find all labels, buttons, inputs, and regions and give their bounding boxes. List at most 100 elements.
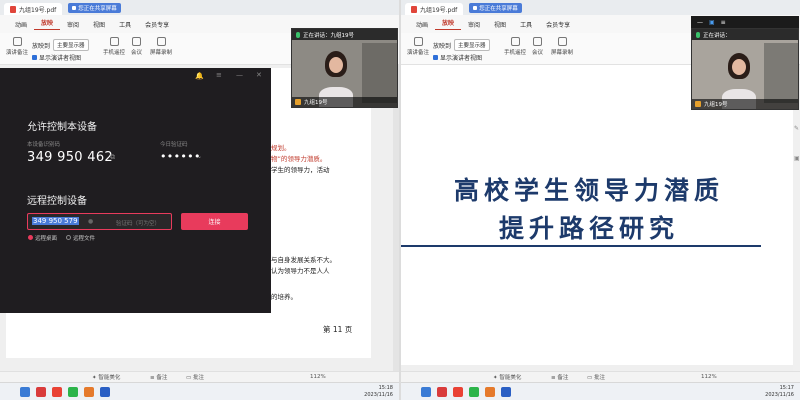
vertical-scrollbar[interactable] xyxy=(393,65,399,371)
comment-button[interactable]: ▭ 批注 xyxy=(186,373,204,381)
meeting-button[interactable]: 会议 xyxy=(532,37,543,56)
radio-desktop-icon[interactable] xyxy=(28,235,33,240)
phone-remote-button[interactable]: 手机遥控 xyxy=(504,37,526,56)
video-tile[interactable]: 正在讲话：九组19号 九组19号 xyxy=(291,28,398,108)
meeting-icon xyxy=(533,37,542,46)
doc-line: 学生的领导力，活动 xyxy=(271,166,330,174)
menu-item-view[interactable]: 视图 xyxy=(86,20,112,29)
slide-title-line-1: 高校学生领导力潜质 xyxy=(453,176,724,205)
browser-icon[interactable] xyxy=(52,387,62,397)
presenter-view-checkbox[interactable]: 显示演讲者视图 xyxy=(32,53,81,62)
screen-record-button[interactable]: 屏幕录制 xyxy=(551,37,573,56)
verify-code-label: 今日验证码 xyxy=(160,142,188,148)
option-remote-desktop[interactable]: 远程桌面 xyxy=(35,234,57,242)
doc-line: 认为领导力不是人人 xyxy=(271,267,330,275)
meeting-app-icon[interactable] xyxy=(100,387,110,397)
browser-icon[interactable] xyxy=(453,387,463,397)
side-toolbar: ⊕ ✎ ▣ xyxy=(793,65,800,371)
chevron-down-icon[interactable]: ⌄ xyxy=(197,153,202,160)
system-clock[interactable]: 15:17 2023/11/16 xyxy=(765,385,794,399)
remote-id-input[interactable]: 349 950 579 ● 验证码（可为空） xyxy=(27,213,172,230)
wechat-icon[interactable] xyxy=(469,387,479,397)
connect-button[interactable]: 连接 xyxy=(181,213,248,230)
menu-item-tools[interactable]: 工具 xyxy=(112,20,138,29)
display-select[interactable]: 主要显示器 xyxy=(53,39,89,51)
minimize-icon[interactable]: — xyxy=(697,19,703,26)
presenter-view-checkbox[interactable]: 显示演讲者视图 xyxy=(433,53,482,62)
app-icon[interactable] xyxy=(485,387,495,397)
smart-beautify-label: 智能美化 xyxy=(98,375,121,381)
taskbar: 15:17 2023/11/16 xyxy=(401,382,800,400)
screen-record-button[interactable]: 屏幕录制 xyxy=(150,37,172,56)
close-icon[interactable]: ✕ xyxy=(256,71,262,79)
notes-label: 备注 xyxy=(557,375,569,381)
menu-item-slideshow[interactable]: 放映 xyxy=(34,18,61,30)
page-number: 第 11 页 xyxy=(323,325,353,334)
display-selector: 放映到 主要显示器 xyxy=(433,39,490,51)
menu-item-tools[interactable]: 工具 xyxy=(513,20,539,29)
list-icon[interactable]: ≡ xyxy=(721,19,726,26)
zoom-level[interactable]: 112% xyxy=(701,374,717,380)
wps-icon[interactable] xyxy=(36,387,46,397)
system-clock[interactable]: 15:18 2023/11/16 xyxy=(364,385,393,399)
meeting-label: 会议 xyxy=(532,50,544,56)
display-select[interactable]: 主要显示器 xyxy=(454,39,490,51)
radio-file-icon[interactable] xyxy=(66,235,71,240)
notes-button[interactable]: ≡ 备注 xyxy=(551,373,568,381)
document-area: 高校学生领导力潜质 提升路径研究 ⊕ ✎ ▣ xyxy=(401,65,800,371)
file-tab-label: 九组19号.pdf xyxy=(19,6,57,14)
avatar xyxy=(695,101,701,107)
menu-item-review[interactable]: 审阅 xyxy=(60,20,86,29)
file-tab[interactable]: 九组19号.pdf xyxy=(405,3,464,15)
meeting-button[interactable]: 会议 xyxy=(131,37,142,56)
comment-button[interactable]: ▭ 批注 xyxy=(587,373,605,381)
speaker-notes-label: 演讲备注 xyxy=(407,50,430,56)
file-tab[interactable]: 九组19号.pdf xyxy=(4,3,63,15)
menu-item-slideshow[interactable]: 放映 xyxy=(435,18,462,30)
copy-icon[interactable]: ⧉ xyxy=(110,153,115,162)
smart-beautify-button[interactable]: ✦ 智能美化 xyxy=(92,373,120,381)
menu-item-member[interactable]: 会员专享 xyxy=(539,20,577,29)
menu-item-member[interactable]: 会员专享 xyxy=(138,20,176,29)
video-tile[interactable]: 正在讲话： 九组19号 xyxy=(691,28,799,110)
microphone-icon xyxy=(296,31,300,38)
wps-icon[interactable] xyxy=(437,387,447,397)
menu-item-view[interactable]: 视图 xyxy=(487,20,513,29)
smart-beautify-button[interactable]: ✦ 智能美化 xyxy=(493,373,521,381)
status-bar: ✦ 智能美化 ≡ 备注 ▭ 批注 112% xyxy=(401,371,800,382)
record-icon xyxy=(156,37,166,46)
meeting-app-icon[interactable] xyxy=(501,387,511,397)
doc-line: 物”的领导力潜质。 xyxy=(271,155,327,163)
menu-item-animation[interactable]: 动画 xyxy=(409,20,435,29)
device-code-label: 本设备识别码 xyxy=(27,142,61,148)
notes-button[interactable]: ≡ 备注 xyxy=(150,373,167,381)
wechat-icon[interactable] xyxy=(68,387,78,397)
start-icon[interactable] xyxy=(421,387,431,397)
display-selector: 放映到 主要显示器 xyxy=(32,39,89,51)
start-icon[interactable] xyxy=(20,387,30,397)
tool-icon[interactable]: ▣ xyxy=(794,155,800,162)
speaker-notes-button[interactable]: 演讲备注 xyxy=(407,37,429,56)
display-to-label: 放映到 xyxy=(433,42,452,50)
minimize-icon[interactable]: — xyxy=(236,71,243,79)
status-bar: ✦ 智能美化 ≡ 备注 ▭ 批注 112% xyxy=(0,371,399,382)
speaker-notes-button[interactable]: 演讲备注 xyxy=(6,37,28,56)
menu-item-animation[interactable]: 动画 xyxy=(8,20,34,29)
screen-share-indicator[interactable]: 您正在共享屏幕 xyxy=(469,2,522,13)
tool-icon[interactable]: ✎ xyxy=(794,125,799,132)
layout-icon[interactable]: ▣ xyxy=(709,19,715,26)
phone-remote-button[interactable]: 手机遥控 xyxy=(103,37,125,56)
presenter-view-label: 显示演讲者视图 xyxy=(39,55,82,62)
title-bar: 九组19号.pdf 您正在共享屏幕 xyxy=(401,0,800,15)
zoom-level[interactable]: 112% xyxy=(310,374,326,380)
option-remote-file[interactable]: 远程文件 xyxy=(73,234,95,242)
screen-share-indicator[interactable]: 您正在共享屏幕 xyxy=(68,2,121,13)
right-screen: 九组19号.pdf 您正在共享屏幕 动画 放映 审阅 视图 工具 会员专享 演讲… xyxy=(401,0,800,400)
share-screen-icon xyxy=(473,5,478,10)
menu-item-review[interactable]: 审阅 xyxy=(461,20,487,29)
meeting-icon xyxy=(132,37,141,46)
app-icon[interactable] xyxy=(84,387,94,397)
remote-control-dialog: 🔔 ≡ — ✕ 允许控制本设备 本设备识别码 349 950 462 ⧉ 今日验… xyxy=(0,68,271,313)
bell-icon[interactable]: 🔔 xyxy=(195,72,204,80)
menu-icon[interactable]: ≡ xyxy=(216,71,222,79)
